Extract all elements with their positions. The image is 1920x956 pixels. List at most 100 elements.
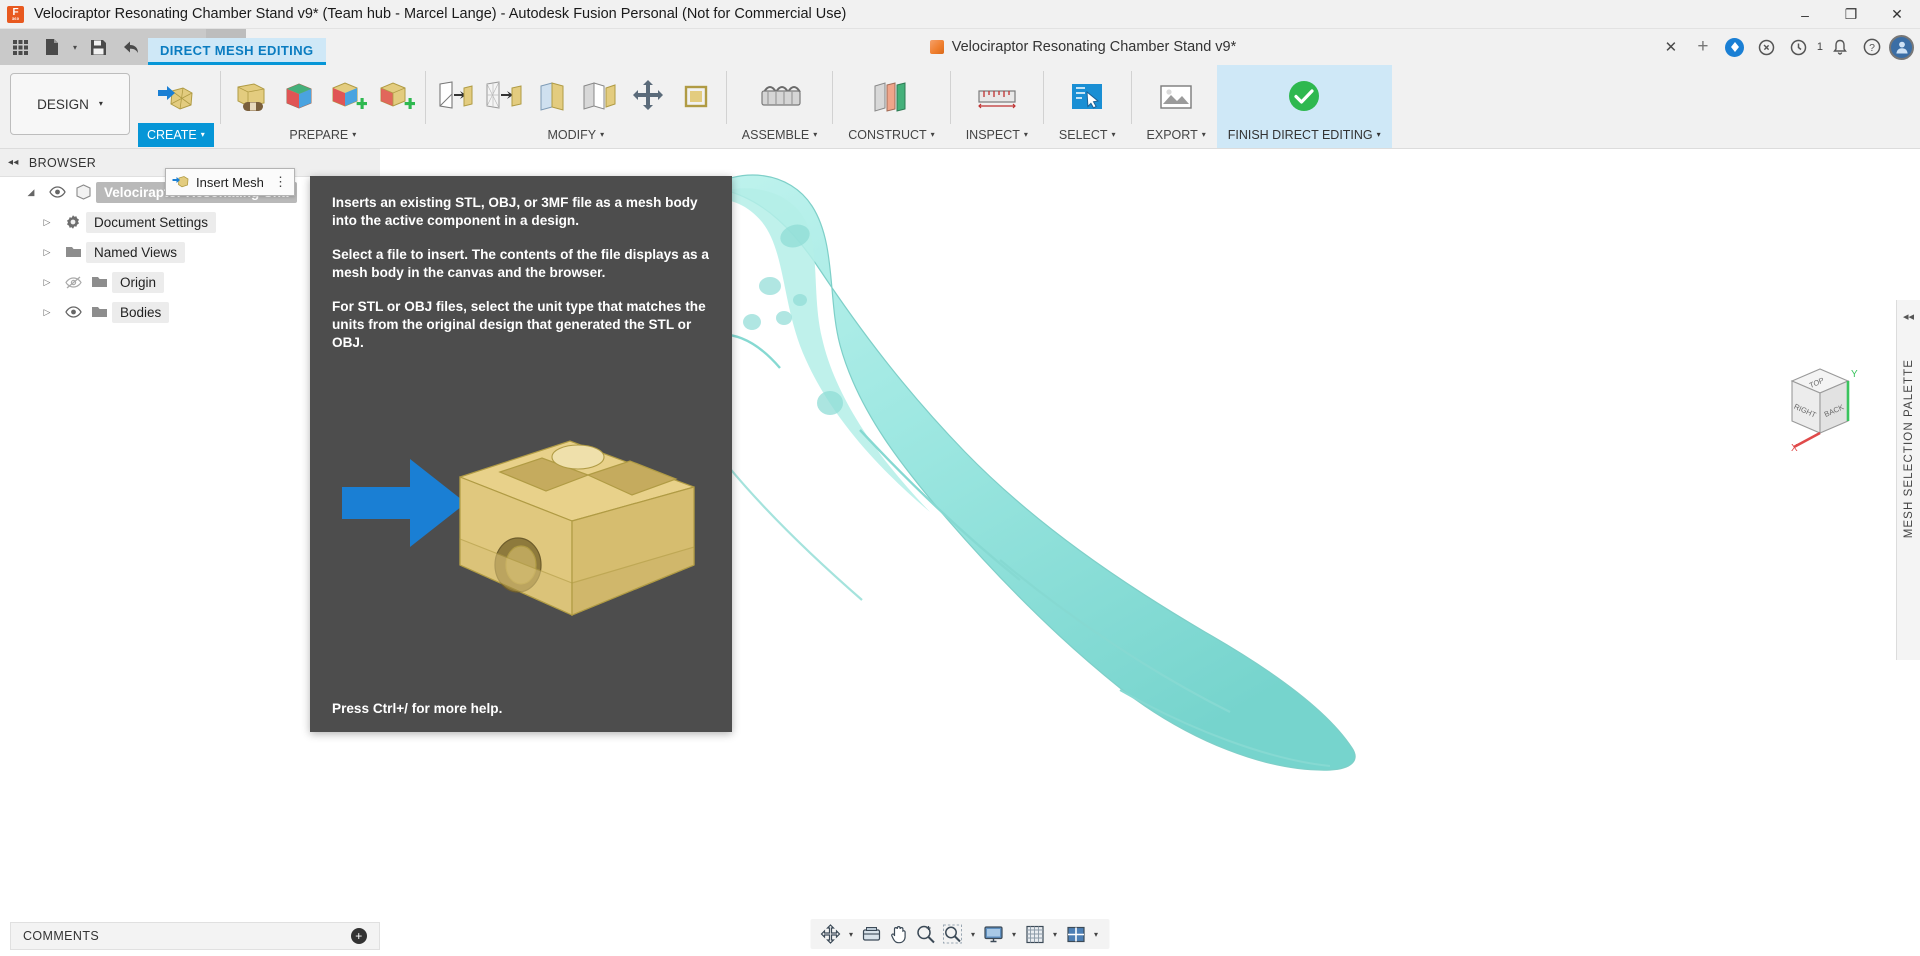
move-copy-button[interactable] bbox=[624, 69, 672, 123]
history-icon[interactable] bbox=[1784, 32, 1814, 62]
viewports-icon[interactable] bbox=[1063, 921, 1089, 947]
tooltip-paragraph-3: For STL or OBJ files, select the unit ty… bbox=[332, 299, 706, 351]
panel-label-assemble[interactable]: ASSEMBLE ▾ bbox=[733, 123, 826, 147]
construct-plane-button[interactable] bbox=[863, 69, 919, 123]
palette-label: MESH SELECTION PALETTE bbox=[1902, 359, 1915, 539]
notifications-bell-icon[interactable] bbox=[1825, 32, 1855, 62]
expand-arrow-icon[interactable]: ◢ bbox=[18, 187, 44, 198]
insert-mesh-flyout-item[interactable]: Insert Mesh ⋮ bbox=[165, 168, 295, 196]
new-tab-icon[interactable]: + bbox=[1688, 32, 1718, 62]
chevron-down-icon: ▾ bbox=[813, 129, 818, 139]
mesh-selection-palette-collapsed[interactable]: ◂◂ MESH SELECTION PALETTE bbox=[1896, 300, 1920, 660]
panel-label-modify[interactable]: MODIFY ▾ bbox=[538, 123, 613, 147]
display-settings-icon[interactable] bbox=[981, 921, 1007, 947]
viewports-caret-icon[interactable]: ▾ bbox=[1090, 921, 1103, 947]
maximize-button[interactable]: ❐ bbox=[1828, 0, 1874, 29]
modify-panel-icons bbox=[432, 65, 720, 123]
visibility-eye-icon[interactable] bbox=[44, 186, 70, 198]
orbit-caret-icon[interactable]: ▾ bbox=[845, 921, 858, 947]
chevron-down-icon: ▾ bbox=[930, 129, 935, 139]
overflow-menu-icon[interactable]: ⋮ bbox=[274, 174, 288, 190]
panel-divider bbox=[949, 71, 951, 124]
visibility-eye-hidden-icon[interactable] bbox=[60, 276, 86, 289]
undo-icon[interactable] bbox=[114, 31, 146, 63]
data-panel-icon[interactable] bbox=[4, 31, 36, 63]
ribbon-tab-direct-mesh-editing[interactable]: DIRECT MESH EDITING bbox=[148, 38, 326, 65]
zoom-window-caret-icon[interactable]: ▾ bbox=[967, 921, 980, 947]
align-button[interactable] bbox=[672, 69, 720, 123]
extensions-icon[interactable] bbox=[1720, 32, 1750, 62]
comments-bar[interactable]: COMMENTS + bbox=[10, 922, 380, 950]
insert-mesh-button[interactable] bbox=[152, 69, 200, 123]
export-3d-print-button[interactable] bbox=[1148, 69, 1204, 123]
chevron-down-icon: ▾ bbox=[1376, 129, 1381, 139]
comments-label: COMMENTS bbox=[23, 929, 100, 943]
browser-item-label: Named Views bbox=[86, 241, 186, 263]
folder-icon bbox=[60, 245, 86, 259]
panel-label-select[interactable]: SELECT ▾ bbox=[1050, 123, 1125, 147]
look-at-icon[interactable] bbox=[859, 921, 885, 947]
user-avatar[interactable] bbox=[1889, 34, 1914, 60]
panel-divider bbox=[219, 71, 221, 124]
new-file-icon[interactable] bbox=[36, 31, 68, 63]
zoom-icon[interactable] bbox=[913, 921, 939, 947]
workspace-label: DESIGN bbox=[37, 96, 89, 112]
merge-bodies-button[interactable] bbox=[323, 69, 371, 123]
panel-label-create[interactable]: CREATE ▾ bbox=[138, 123, 214, 147]
window-title: Velociraptor Resonating Chamber Stand v9… bbox=[34, 6, 847, 22]
ribbon-panel-inspect: INSPECT ▾ bbox=[955, 65, 1039, 148]
grid-snap-caret-icon[interactable]: ▾ bbox=[1049, 921, 1062, 947]
panel-label-prepare[interactable]: PREPARE ▾ bbox=[280, 123, 365, 147]
add-mesh-button[interactable] bbox=[371, 69, 419, 123]
view-cube[interactable]: TOP RIGHT BACK X Y bbox=[1772, 357, 1868, 454]
folder-icon bbox=[86, 275, 112, 289]
expand-arrow-icon[interactable]: ▷ bbox=[34, 247, 60, 258]
orbit-icon[interactable] bbox=[818, 921, 844, 947]
panel-divider bbox=[1042, 71, 1044, 124]
separate-mesh-button[interactable] bbox=[275, 69, 323, 123]
delete-faces-button[interactable] bbox=[576, 69, 624, 123]
expand-arrow-icon[interactable]: ▷ bbox=[34, 217, 60, 228]
plane-cut-button[interactable] bbox=[432, 69, 480, 123]
grid-snap-icon[interactable] bbox=[1022, 921, 1048, 947]
panel-label-export[interactable]: EXPORT ▾ bbox=[1138, 123, 1215, 147]
close-button[interactable]: ✕ bbox=[1874, 0, 1920, 29]
extensions-badge bbox=[1725, 37, 1745, 57]
panel-label-construct[interactable]: CONSTRUCT ▾ bbox=[839, 123, 943, 147]
help-icon[interactable]: ? bbox=[1857, 32, 1887, 62]
smooth-mesh-button[interactable] bbox=[528, 69, 576, 123]
expand-arrow-icon[interactable]: ▷ bbox=[34, 307, 60, 318]
browser-collapse-icon[interactable]: ◂◂ bbox=[8, 157, 19, 168]
panel-label-finish[interactable]: FINISH DIRECT EDITING ▾ bbox=[1218, 123, 1390, 147]
prepare-panel-icons bbox=[227, 65, 419, 123]
minimize-button[interactable]: – bbox=[1782, 0, 1828, 29]
browser-item-label: Origin bbox=[112, 271, 165, 293]
browser-item-label: Document Settings bbox=[86, 211, 217, 233]
expand-arrow-icon[interactable]: ▷ bbox=[34, 277, 60, 288]
ribbon-panel-assemble: ASSEMBLE ▾ bbox=[731, 65, 828, 148]
finish-panel-icons bbox=[1276, 65, 1332, 123]
close-tab-icon[interactable]: ✕ bbox=[1656, 32, 1686, 62]
panel-label-inspect[interactable]: INSPECT ▾ bbox=[957, 123, 1037, 147]
selection-filter-button[interactable] bbox=[1059, 69, 1115, 123]
panel-divider bbox=[1130, 71, 1132, 124]
new-file-caret-icon[interactable]: ▾ bbox=[68, 31, 82, 63]
pan-icon[interactable] bbox=[886, 921, 912, 947]
joint-button[interactable] bbox=[752, 69, 808, 123]
palette-collapse-icon[interactable]: ◂◂ bbox=[1903, 310, 1914, 323]
display-settings-caret-icon[interactable]: ▾ bbox=[1008, 921, 1021, 947]
window-controls: – ❐ ✕ bbox=[1782, 0, 1920, 29]
inspect-label: INSPECT bbox=[965, 128, 1020, 142]
measure-button[interactable] bbox=[969, 69, 1025, 123]
finish-direct-editing-button[interactable] bbox=[1276, 69, 1332, 123]
add-comment-icon[interactable]: + bbox=[351, 928, 367, 944]
chevron-down-icon: ▾ bbox=[600, 129, 605, 139]
visibility-eye-icon[interactable] bbox=[60, 306, 86, 318]
workspace-selector[interactable]: DESIGN ▾ bbox=[10, 73, 130, 135]
browser-title: BROWSER bbox=[28, 155, 97, 170]
repair-mesh-button[interactable] bbox=[227, 69, 275, 123]
job-status-icon[interactable] bbox=[1752, 32, 1782, 62]
save-icon[interactable] bbox=[82, 31, 114, 63]
reduce-mesh-button[interactable] bbox=[480, 69, 528, 123]
zoom-window-icon[interactable] bbox=[940, 921, 966, 947]
